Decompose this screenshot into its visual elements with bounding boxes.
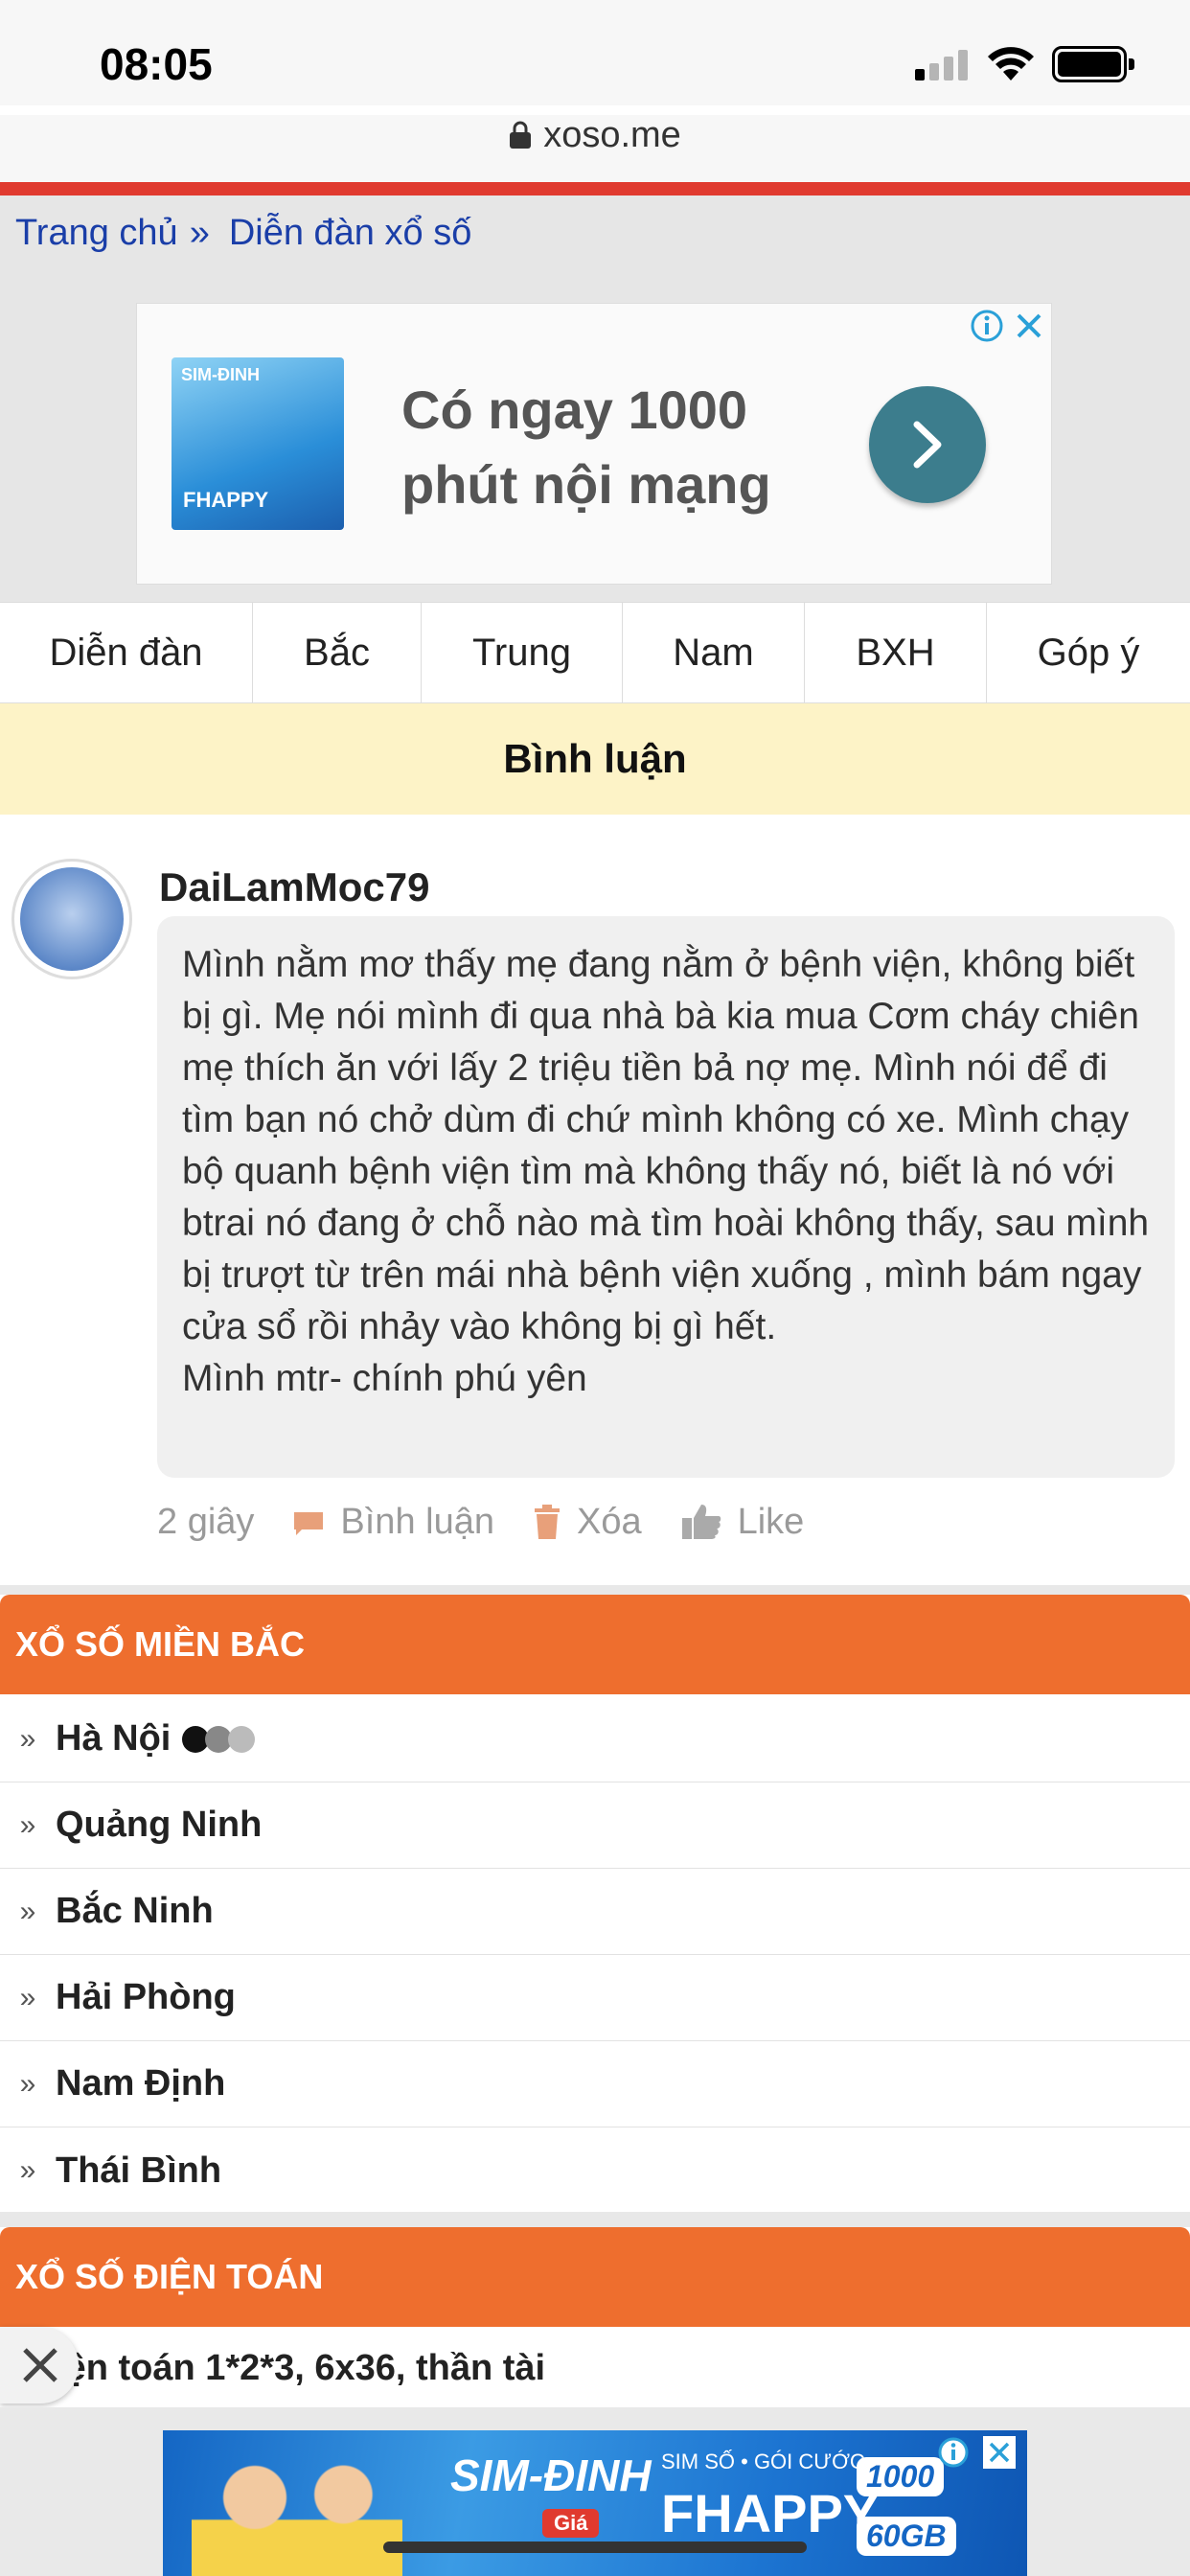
ad-thumb-brand: FHAPPY — [183, 488, 269, 512]
url-domain: xoso.me — [543, 115, 681, 155]
breadcrumb: Trang chủ » Diễn đàn xổ số — [15, 213, 471, 254]
url-bar[interactable]: xoso.me — [0, 115, 1190, 182]
close-sticky-ad-button[interactable] — [0, 2327, 79, 2404]
list-item[interactable]: » Bắc Ninh — [0, 1869, 1190, 1955]
breadcrumb-forum-link[interactable]: Diễn đàn xổ số — [229, 213, 472, 253]
close-icon — [23, 2348, 57, 2382]
header-accent-line — [0, 182, 1190, 196]
lock-icon — [510, 121, 532, 149]
ad-price-tag: Giá — [542, 2509, 600, 2538]
game-name: iện toán 1*2*3, 6x36, thần tài — [56, 2347, 546, 2388]
chevron-right-icon — [913, 421, 942, 469]
list-item[interactable]: » Quảng Ninh — [0, 1782, 1190, 1869]
reply-button[interactable]: Bình luận — [292, 1502, 494, 1543]
province-name: Nam Định — [56, 2063, 226, 2104]
status-time: 08:05 — [100, 39, 213, 89]
ad-headline: Có ngay 1000 phút nội mạng — [401, 380, 771, 515]
nav-tab-ranking[interactable]: BXH — [805, 603, 987, 702]
section-divider — [0, 2212, 1190, 2227]
list-item[interactable]: » Hải Phòng — [0, 1955, 1190, 2041]
list-item[interactable]: » Thái Bình — [0, 2128, 1190, 2214]
double-chevron-icon: » — [19, 1895, 36, 1927]
nav-tab-north[interactable]: Bắc — [253, 603, 422, 702]
nav-tab-south[interactable]: Nam — [623, 603, 805, 702]
province-name: Bắc Ninh — [56, 1891, 214, 1931]
double-chevron-icon: » — [19, 1808, 36, 1841]
ad-thumbnail-image: SIM-ĐINH FHAPPY — [172, 357, 344, 530]
comment-username[interactable]: DaiLamMoc79 — [159, 864, 429, 910]
computer-lottery-header[interactable]: XỔ SỐ ĐIỆN TOÁN — [0, 2227, 1190, 2327]
province-name: Hà Nội — [56, 1718, 172, 1759]
ad-thumb-title: SIM-ĐINH — [181, 365, 260, 384]
thumbs-up-icon — [681, 1505, 721, 1539]
breadcrumb-separator: » — [189, 213, 210, 253]
like-button[interactable]: Like — [680, 1501, 805, 1543]
battery-icon — [1052, 46, 1134, 82]
breadcrumb-home-link[interactable]: Trang chủ — [15, 213, 178, 253]
ad-close-icon[interactable] — [1011, 308, 1047, 344]
section-title: Bình luận — [0, 703, 1190, 815]
comment-signature: Mình mtr- chính phú yên — [182, 1358, 587, 1399]
comment-icon — [294, 1512, 324, 1535]
list-item[interactable]: » iện toán 1*2*3, 6x36, thần tài — [0, 2329, 1190, 2407]
delete-button[interactable]: Xóa — [533, 1502, 642, 1543]
ad-product: FHAPPY — [661, 2483, 880, 2543]
signal-icon — [915, 50, 969, 80]
ad-brand: SIM-ĐINH — [450, 2450, 652, 2500]
bottom-ad-banner[interactable]: SIM-ĐINH Giá SIM SỐ • GÓI CƯỚC FHAPPY 10… — [163, 2430, 1027, 2576]
wifi-icon — [988, 47, 1034, 80]
province-name: Quảng Ninh — [56, 1805, 263, 1845]
like-label: Like — [737, 1501, 805, 1542]
status-bar: 08:05 — [0, 0, 1190, 105]
section-divider — [0, 1585, 1190, 1595]
reply-label: Bình luận — [340, 1501, 494, 1542]
top-ad-banner[interactable]: SIM-ĐINH FHAPPY Có ngay 1000 phút nội mạ… — [136, 303, 1052, 585]
double-chevron-icon: » — [19, 2154, 36, 2186]
ad-people-image — [192, 2440, 402, 2576]
province-name: Hải Phòng — [56, 1977, 236, 2017]
ad-close-icon[interactable] — [983, 2436, 1016, 2469]
double-chevron-icon: » — [19, 1722, 36, 1755]
trash-icon — [534, 1505, 560, 1539]
ad-badge-minutes: 1000 — [857, 2457, 945, 2496]
nav-tab-forum[interactable]: Diễn đàn — [0, 603, 253, 702]
live-indicator-icon — [182, 1725, 256, 1753]
comment-time: 2 giây — [157, 1501, 255, 1542]
main-nav: Diễn đàn Bắc Trung Nam BXH Góp ý — [0, 602, 1190, 703]
nav-tab-feedback[interactable]: Góp ý — [987, 603, 1190, 702]
list-item[interactable]: » Hà Nội — [0, 1696, 1190, 1782]
double-chevron-icon: » — [19, 1981, 36, 2013]
comment-meta: 2 giây Bình luận Xóa Like — [157, 1495, 842, 1549]
ad-info-icon[interactable] — [969, 308, 1005, 344]
comment-text: Mình nằm mơ thấy mẹ đang nằm ở bệnh viện… — [182, 944, 1150, 1347]
home-indicator[interactable] — [383, 2542, 807, 2553]
delete-label: Xóa — [576, 1501, 642, 1542]
double-chevron-icon: » — [19, 2067, 36, 2100]
avatar[interactable] — [11, 859, 132, 979]
comment-bubble: Mình nằm mơ thấy mẹ đang nằm ở bệnh viện… — [157, 916, 1175, 1478]
ad-next-button[interactable] — [869, 386, 986, 503]
ad-subtitle: SIM SỐ • GÓI CƯỚC — [661, 2450, 865, 2473]
nav-tab-central[interactable]: Trung — [422, 603, 623, 702]
ad-badge-data: 60GB — [857, 2517, 956, 2556]
north-lottery-header[interactable]: XỔ SỐ MIỀN BẮC — [0, 1595, 1190, 1694]
list-item[interactable]: » Nam Định — [0, 2041, 1190, 2128]
province-name: Thái Bình — [56, 2150, 222, 2191]
ad-info-icon[interactable] — [937, 2436, 970, 2469]
